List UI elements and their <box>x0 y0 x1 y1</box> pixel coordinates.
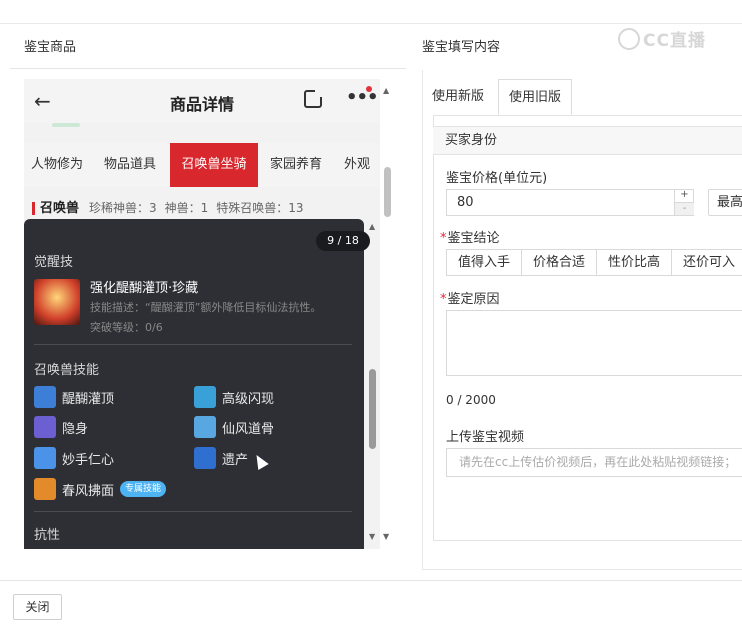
stat-special: 特殊召唤兽：13 <box>216 201 304 215</box>
pet-skill-item[interactable]: 妙手仁心 <box>34 447 114 469</box>
max-price-button[interactable]: 最高 <box>708 189 742 216</box>
overlay-scroll-down-icon[interactable]: ▼ <box>369 532 375 541</box>
pet-skill-name: 仙风道骨 <box>222 421 275 437</box>
tab-summons[interactable]: 召唤兽坐骑 <box>170 143 258 187</box>
pet-skill-item[interactable]: 隐身 <box>34 416 88 438</box>
summon-summary: 召唤兽 珍稀神兽：3 神兽：1 特殊召唤兽：13 <box>32 197 312 216</box>
conclusion-options: 值得入手 价格合适 性价比高 还价可入 <box>446 249 742 276</box>
overlay-scrollbar-thumb[interactable] <box>369 369 376 449</box>
close-button[interactable]: 关闭 <box>13 594 62 620</box>
preview-scrollbar-thumb[interactable] <box>384 167 391 217</box>
scroll-up-arrow-icon[interactable]: ▲ <box>383 86 389 95</box>
awaken-skill-level: 突破等级：0/6 <box>90 321 163 334</box>
pet-skill-item[interactable]: 醍醐灌顶 <box>34 386 114 408</box>
blue-flash-icon <box>194 386 216 408</box>
awaken-skill-desc: 技能描述：“醍醐灌顶”额外降低目标仙法抗性。 <box>90 301 322 314</box>
reason-textarea[interactable] <box>446 310 742 376</box>
fire-wind-icon <box>34 478 56 500</box>
increment-icon[interactable]: + <box>675 189 694 202</box>
pet-skill-name: 春风拂面 <box>62 483 115 499</box>
blue-legacy-icon <box>194 447 216 469</box>
tab-appearance[interactable]: 外观 <box>334 143 380 187</box>
reason-label: *鉴定原因 <box>440 288 500 307</box>
pet-skill-name: 隐身 <box>62 421 89 437</box>
section-divider <box>34 344 352 345</box>
product-preview: ← 商品详情 ••• 人物修为 物品道具 召唤兽坐骑 家园养育 外观 召唤兽 珍稀… <box>24 79 380 549</box>
right-column-title: 鉴宝填写内容 <box>422 40 501 55</box>
awaken-skill-name: 强化醍醐灌顶·珍藏 <box>90 281 199 296</box>
section-divider <box>34 511 352 512</box>
share-icon[interactable] <box>304 89 323 108</box>
scroll-down-arrow-icon[interactable]: ▼ <box>383 532 389 541</box>
overlay-scroll-up-icon[interactable]: ▲ <box>369 222 375 231</box>
price-stepper[interactable]: + - <box>674 189 694 216</box>
stat-divine: 神兽：1 <box>164 201 209 215</box>
tab-items[interactable]: 物品道具 <box>90 143 170 187</box>
pet-skill-item[interactable]: 高级闪现 <box>194 386 274 408</box>
stat-rare: 珍稀神兽：3 <box>89 201 157 215</box>
purple-stealth-icon <box>34 416 56 438</box>
pet-skill-item[interactable]: 遗产 <box>194 447 248 469</box>
left-divider <box>10 68 406 69</box>
resist-section-title: 抗性 <box>34 528 61 543</box>
option-bargain[interactable]: 还价可入 <box>672 250 742 275</box>
blue-heal-icon <box>34 447 56 469</box>
conclusion-label: *鉴宝结论 <box>440 227 500 246</box>
phone-header: ← 商品详情 ••• <box>24 79 380 123</box>
green-tag <box>52 123 80 127</box>
option-worth-buying[interactable]: 值得入手 <box>447 250 523 275</box>
exclusive-skill-badge: 专属技能 <box>120 481 167 497</box>
pet-skill-name: 醍醐灌顶 <box>62 391 115 407</box>
top-strip <box>0 0 742 24</box>
required-mark: * <box>440 292 447 307</box>
more-icon[interactable]: ••• <box>346 87 379 108</box>
reason-char-count: 0 / 2000 <box>446 393 496 407</box>
pet-skill-name: 高级闪现 <box>222 391 275 407</box>
footer-divider <box>0 580 742 581</box>
pet-skill-item[interactable]: 春风拂面 专属技能 <box>34 478 167 500</box>
video-link-input[interactable]: 请先在cc上传估价视频后，再在此处粘贴视频链接； <box>446 448 742 477</box>
summon-accent-bar <box>32 202 35 215</box>
pet-detail-overlay: 9 / 18 觉醒技 强化醍醐灌顶·珍藏 技能描述：“醍醐灌顶”额外降低目标仙法… <box>24 219 376 549</box>
tab-old-version[interactable]: 使用旧版 <box>498 79 573 115</box>
reason-label-text: 鉴定原因 <box>447 292 500 307</box>
page-counter: 9 / 18 <box>316 231 370 251</box>
phone-tabs: 人物修为 物品道具 召唤兽坐骑 家园养育 外观 <box>24 143 380 187</box>
price-label: 鉴宝价格(单位元) <box>446 171 548 186</box>
pet-skill-name: 遗产 <box>222 452 249 468</box>
pet-skill-name: 妙手仁心 <box>62 452 115 468</box>
pet-skill-item[interactable]: 仙风道骨 <box>194 416 274 438</box>
tab-character[interactable]: 人物修为 <box>24 143 90 187</box>
cc-logo-icon <box>618 28 640 50</box>
video-label: 上传鉴宝视频 <box>446 430 525 445</box>
awaken-section-title: 觉醒技 <box>34 255 74 270</box>
phone-title: 商品详情 <box>169 95 234 114</box>
tab-home[interactable]: 家园养育 <box>258 143 334 187</box>
conclusion-label-text: 鉴宝结论 <box>447 231 500 246</box>
price-input[interactable]: 80 <box>446 189 694 216</box>
option-fair-price[interactable]: 价格合适 <box>522 250 598 275</box>
left-column-title: 鉴宝商品 <box>24 40 77 55</box>
blue-spark-icon <box>34 386 56 408</box>
buyer-identity-header: 买家身份 <box>433 126 742 155</box>
summon-label: 召唤兽 <box>40 201 80 216</box>
option-good-value[interactable]: 性价比高 <box>597 250 673 275</box>
blue-immortal-icon <box>194 416 216 438</box>
pet-skills-title: 召唤兽技能 <box>34 363 100 378</box>
required-mark: * <box>440 231 447 246</box>
notification-dot <box>366 86 372 92</box>
watermark-text: CC直播 <box>643 31 706 51</box>
awaken-skill-icon <box>34 279 80 325</box>
watermark: CC直播 <box>618 26 706 52</box>
decrement-icon[interactable]: - <box>675 202 694 215</box>
tab-new-version[interactable]: 使用新版 <box>422 79 494 115</box>
